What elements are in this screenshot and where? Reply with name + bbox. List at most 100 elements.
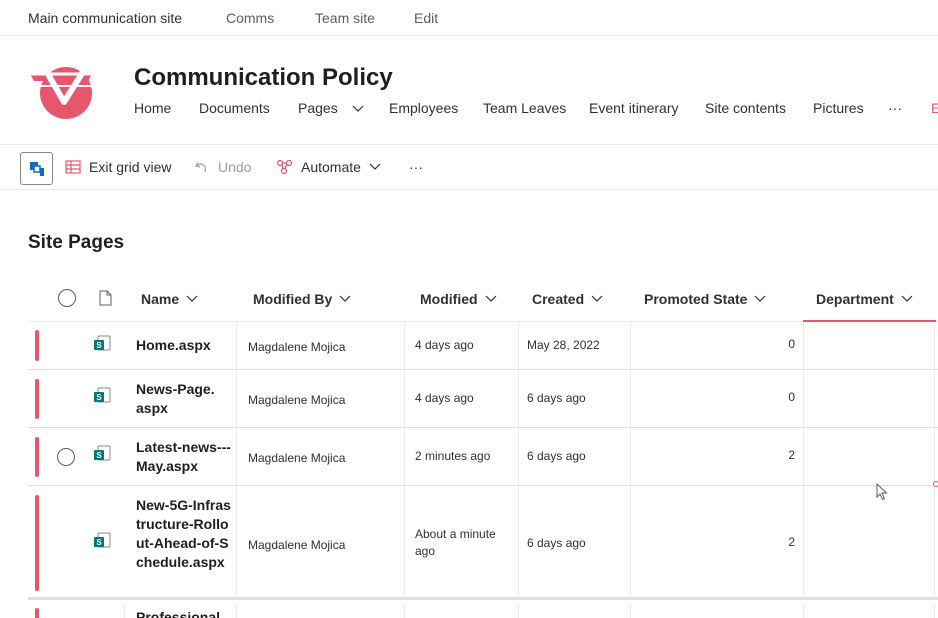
row-select-circle-icon[interactable] xyxy=(57,448,75,466)
column-divider xyxy=(934,603,935,618)
automate-label: Automate xyxy=(301,159,361,175)
row-accent-bar xyxy=(35,608,39,618)
svg-text:S: S xyxy=(96,393,102,402)
column-header-promoted-state[interactable]: Promoted State xyxy=(644,291,766,307)
column-divider xyxy=(934,486,935,600)
column-header-created[interactable]: Created xyxy=(532,291,603,307)
grid-header: Name Modified By Modified Created Promot… xyxy=(28,280,938,322)
nav-site-contents[interactable]: Site contents xyxy=(705,100,786,116)
table-row[interactable]: S News-Page.aspx Magdalene Mojica 4 days… xyxy=(28,370,938,428)
svg-text:S: S xyxy=(96,341,102,350)
column-divider xyxy=(630,428,631,486)
column-divider xyxy=(404,322,405,370)
resize-handle[interactable] xyxy=(933,481,938,487)
hub-nav-main-site[interactable]: Main communication site xyxy=(28,10,182,26)
row-created: May 28, 2022 xyxy=(527,338,600,352)
file-type-icon[interactable] xyxy=(99,290,112,306)
automate-button[interactable]: Automate xyxy=(276,159,381,175)
site-title[interactable]: Communication Policy xyxy=(134,64,393,92)
sharepoint-icon xyxy=(29,161,44,176)
column-divider xyxy=(404,603,405,618)
column-header-name[interactable]: Name xyxy=(141,291,198,307)
column-divider xyxy=(630,370,631,428)
column-divider xyxy=(934,428,935,486)
svg-text:S: S xyxy=(96,538,102,547)
row-accent-bar xyxy=(35,330,39,361)
column-divider xyxy=(803,603,804,618)
row-name[interactable]: News-Page.aspx xyxy=(136,380,216,418)
nav-team-leaves[interactable]: Team Leaves xyxy=(483,100,566,116)
more-commands-button[interactable]: ··· xyxy=(409,159,423,175)
row-accent-bar xyxy=(35,495,39,591)
nav-documents[interactable]: Documents xyxy=(199,100,270,116)
table-row[interactable]: S New-5G-Infrastructure-Rollout-Ahead-of… xyxy=(28,486,938,600)
hub-nav-edit[interactable]: Edit xyxy=(414,10,438,26)
column-divider xyxy=(803,370,804,428)
column-header-modified-by[interactable]: Modified By xyxy=(253,291,351,307)
nav-pages[interactable]: Pages xyxy=(298,100,364,116)
column-header-department[interactable]: Department xyxy=(816,291,913,307)
column-divider xyxy=(404,486,405,600)
row-accent-bar xyxy=(35,437,39,477)
undo-button[interactable]: Undo xyxy=(194,159,251,175)
row-name[interactable]: Professional xyxy=(136,608,231,618)
column-header-promoted-state-label: Promoted State xyxy=(644,291,748,307)
column-divider xyxy=(236,428,237,486)
row-name[interactable]: Home.aspx xyxy=(136,336,231,355)
nav-pictures[interactable]: Pictures xyxy=(813,100,864,116)
column-divider xyxy=(803,322,804,370)
exit-grid-view-label: Exit grid view xyxy=(89,159,172,175)
table-row[interactable]: S Latest-news---May.aspx Magdalene Mojic… xyxy=(28,428,938,486)
hub-nav-comms[interactable]: Comms xyxy=(226,10,274,26)
row-created: 6 days ago xyxy=(527,536,586,550)
command-bar: Exit grid view Undo Automate ··· xyxy=(0,146,938,190)
row-promoted-state: 2 xyxy=(788,448,795,462)
exit-grid-view-button[interactable]: Exit grid view xyxy=(65,159,171,175)
site-logo[interactable] xyxy=(30,62,104,120)
automate-icon xyxy=(276,159,293,175)
chevron-down-icon xyxy=(369,163,381,170)
chevron-down-icon xyxy=(352,105,364,112)
column-divider xyxy=(630,322,631,370)
list-title: Site Pages xyxy=(28,232,125,253)
row-created: 6 days ago xyxy=(527,449,586,463)
column-header-modified-label: Modified xyxy=(420,291,478,307)
undo-label: Undo xyxy=(218,159,252,175)
column-divider xyxy=(236,486,237,600)
chevron-down-icon xyxy=(755,295,766,302)
column-divider xyxy=(518,603,519,618)
page-file-icon: S xyxy=(94,532,111,548)
grid-icon xyxy=(65,160,81,174)
row-accent-bar xyxy=(35,379,39,419)
nav-pages-label: Pages xyxy=(298,100,338,116)
column-divider xyxy=(124,603,125,618)
row-modified: 4 days ago xyxy=(415,338,474,352)
nav-event-itinerary[interactable]: Event itinerary xyxy=(589,100,678,116)
nav-more[interactable]: ··· xyxy=(888,100,902,116)
row-promoted-state: 2 xyxy=(788,535,795,549)
column-header-modified[interactable]: Modified xyxy=(420,291,497,307)
row-modified-by: Magdalene Mojica xyxy=(248,393,346,407)
column-divider xyxy=(518,322,519,370)
column-divider xyxy=(803,428,804,486)
nav-home[interactable]: Home xyxy=(134,100,171,116)
select-all-circle-icon[interactable] xyxy=(58,289,76,307)
column-divider xyxy=(934,322,935,370)
row-name[interactable]: Latest-news---May.aspx xyxy=(136,438,231,476)
column-divider xyxy=(236,603,237,618)
nav-edit-truncated[interactable]: E xyxy=(931,100,938,116)
row-name[interactable]: New-5G-Infrastructure-Rollout-Ahead-of-S… xyxy=(136,496,231,572)
hub-navigation: Main communication site Comms Team site … xyxy=(0,0,938,36)
column-divider xyxy=(803,486,804,600)
table-row[interactable]: Professional xyxy=(28,603,938,618)
page-file-icon: S xyxy=(94,445,111,461)
hub-nav-team-site[interactable]: Team site xyxy=(315,10,375,26)
nav-employees[interactable]: Employees xyxy=(389,100,458,116)
chevron-down-icon xyxy=(485,295,496,302)
mouse-cursor-icon xyxy=(876,483,888,501)
row-modified: About a minute ago xyxy=(415,527,496,558)
chevron-down-icon xyxy=(339,295,351,302)
table-row[interactable]: S Home.aspx Magdalene Mojica 4 days ago … xyxy=(28,322,938,370)
page-file-icon: S xyxy=(94,335,111,351)
sharepoint-button[interactable] xyxy=(20,152,53,185)
